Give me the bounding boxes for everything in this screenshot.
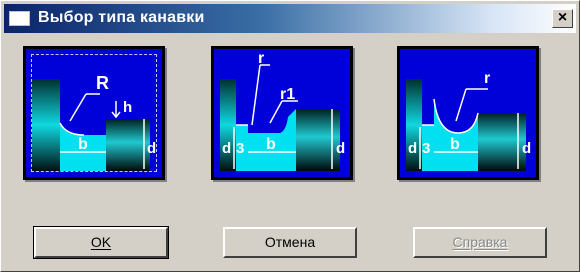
depth-label: 3 <box>422 140 430 157</box>
width-label: b <box>450 136 460 153</box>
small-diameter-label: d <box>222 140 231 157</box>
width-label: b <box>78 136 88 153</box>
window-title: Выбор типа канавки <box>38 9 205 26</box>
help-button-label: Справка <box>452 234 508 250</box>
groove-type-3-option[interactable]: r d 3 b d <box>397 46 539 180</box>
depth-label: h <box>123 99 132 116</box>
groove-type-3-diagram: r d 3 b d <box>406 70 531 171</box>
radius-label: r <box>484 70 490 87</box>
diameter-label: d <box>336 140 345 157</box>
radius-2-label: r1 <box>280 86 295 103</box>
groove-type-dialog: Выбор типа канавки × R h b d r r1 d 3 b … <box>0 0 580 272</box>
small-diameter-label: d <box>408 140 417 157</box>
window-icon <box>9 11 30 26</box>
width-label: b <box>266 136 276 153</box>
groove-type-1-diagram: R h b d <box>32 73 156 171</box>
radius-label: R <box>96 73 109 93</box>
ok-button-label: OK <box>90 234 112 250</box>
title-bar[interactable]: Выбор типа канавки × <box>4 4 576 33</box>
groove-type-1-option[interactable]: R h b d <box>23 46 165 180</box>
ok-button[interactable]: OK <box>33 226 169 259</box>
radius-label: r <box>258 50 264 67</box>
close-button[interactable]: × <box>552 9 573 28</box>
diameter-label: d <box>147 140 156 157</box>
groove-type-2-diagram: r r1 d 3 b d <box>220 50 345 171</box>
cancel-button[interactable]: Отмена <box>223 227 357 258</box>
depth-label: 3 <box>236 140 244 157</box>
cancel-button-label: Отмена <box>264 234 316 250</box>
diameter-label: d <box>522 140 531 157</box>
help-button[interactable]: Справка <box>413 227 547 258</box>
groove-type-2-option[interactable]: r r1 d 3 b d <box>211 46 353 180</box>
